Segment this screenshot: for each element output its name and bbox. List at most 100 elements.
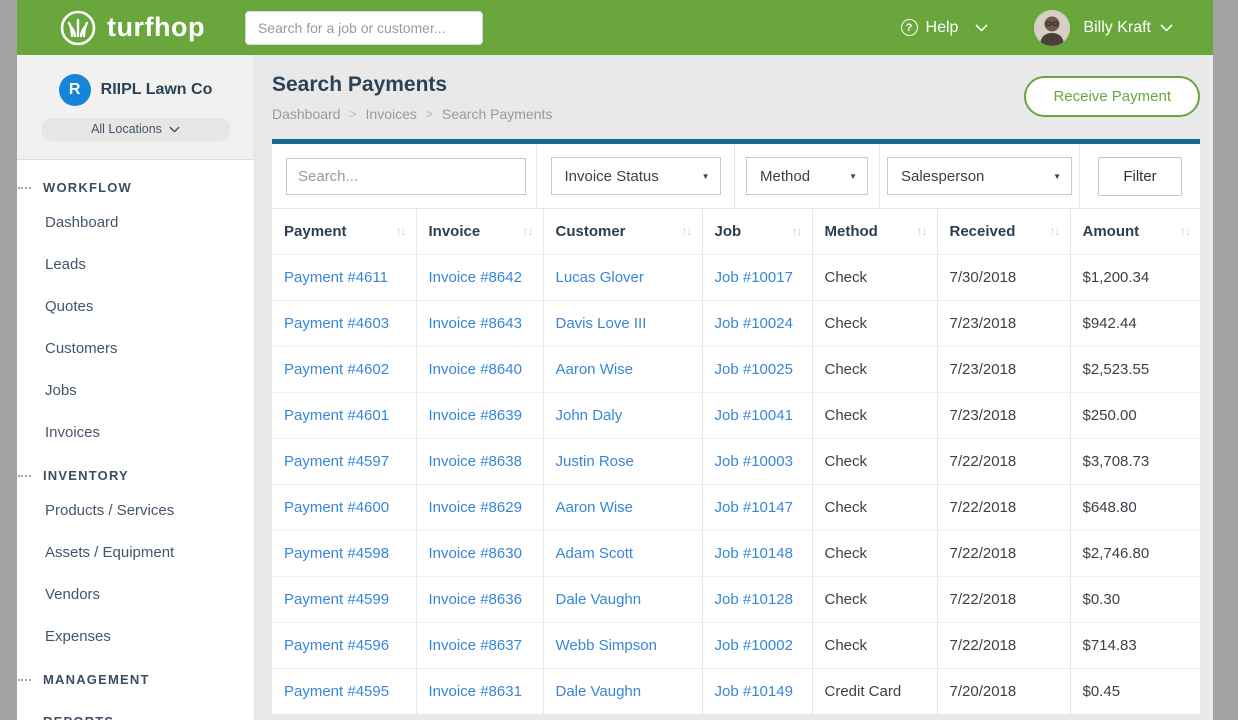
column-header-invoice[interactable]: Invoice↑↓	[416, 209, 543, 254]
payment-link[interactable]: Payment #4597	[272, 438, 416, 484]
customer-link[interactable]: Justin Rose	[543, 438, 702, 484]
sort-icon[interactable]: ↑↓	[682, 224, 692, 238]
invoice-link[interactable]: Invoice #8638	[416, 438, 543, 484]
sort-icon[interactable]: ↑↓	[523, 224, 533, 238]
payment-link[interactable]: Payment #4611	[272, 254, 416, 300]
sidebar-item-leads[interactable]: Leads	[17, 244, 254, 286]
caret-down-icon: ▼	[702, 172, 710, 181]
invoice-link[interactable]: Invoice #8637	[416, 622, 543, 668]
customer-link[interactable]: Dale Vaughn	[543, 576, 702, 622]
payment-link[interactable]: Payment #4603	[272, 300, 416, 346]
job-link[interactable]: Job #10147	[702, 484, 812, 530]
receive-payment-button[interactable]: Receive Payment	[1024, 76, 1200, 117]
received-cell: 7/22/2018	[937, 438, 1070, 484]
section-dashes-icon	[18, 187, 31, 189]
locations-dropdown[interactable]: All Locations	[41, 118, 231, 141]
invoice-status-select[interactable]: Invoice Status ▼	[551, 157, 721, 195]
payment-link[interactable]: Payment #4599	[272, 576, 416, 622]
breadcrumb-search-payments: Search Payments	[442, 106, 553, 122]
job-link[interactable]: Job #10041	[702, 392, 812, 438]
invoice-link[interactable]: Invoice #8630	[416, 530, 543, 576]
company-row[interactable]: R RIIPL Lawn Co	[59, 74, 213, 106]
invoice-link[interactable]: Invoice #8643	[416, 300, 543, 346]
sidebar-section-management: MANAGEMENT	[17, 672, 254, 700]
user-chevron-down-icon[interactable]	[1160, 24, 1173, 32]
payment-link[interactable]: Payment #4596	[272, 622, 416, 668]
customer-link[interactable]: Davis Love III	[543, 300, 702, 346]
caret-down-icon: ▼	[849, 172, 857, 181]
job-link[interactable]: Job #10017	[702, 254, 812, 300]
sidebar-item-invoices[interactable]: Invoices	[17, 412, 254, 454]
invoice-link[interactable]: Invoice #8631	[416, 668, 543, 714]
method-cell: Check	[812, 254, 937, 300]
job-link[interactable]: Job #10025	[702, 346, 812, 392]
user-avatar[interactable]	[1034, 10, 1070, 46]
table-row: Payment #4598 Invoice #8630 Adam Scott J…	[272, 530, 1200, 576]
job-link[interactable]: Job #10149	[702, 668, 812, 714]
job-link[interactable]: Job #10002	[702, 622, 812, 668]
job-link[interactable]: Job #10024	[702, 300, 812, 346]
help-menu[interactable]: ? Help	[901, 19, 989, 37]
filter-bar: Invoice Status ▼ Method ▼	[272, 144, 1200, 209]
locations-label: All Locations	[91, 122, 162, 136]
column-header-customer[interactable]: Customer↑↓	[543, 209, 702, 254]
customer-link[interactable]: Lucas Glover	[543, 254, 702, 300]
sidebar-item-vendors[interactable]: Vendors	[17, 574, 254, 616]
payment-link[interactable]: Payment #4602	[272, 346, 416, 392]
column-header-method[interactable]: Method↑↓	[812, 209, 937, 254]
breadcrumb-dashboard[interactable]: Dashboard	[272, 106, 341, 122]
column-header-amount[interactable]: Amount↑↓	[1070, 209, 1200, 254]
user-name[interactable]: Billy Kraft	[1083, 19, 1151, 37]
method-select[interactable]: Method ▼	[746, 157, 868, 195]
payment-link[interactable]: Payment #4601	[272, 392, 416, 438]
sidebar-item-quotes[interactable]: Quotes	[17, 286, 254, 328]
received-cell: 7/23/2018	[937, 392, 1070, 438]
payment-link[interactable]: Payment #4595	[272, 668, 416, 714]
salesperson-value: Salesperson	[901, 168, 984, 185]
sidebar-item-products-services[interactable]: Products / Services	[17, 490, 254, 532]
column-header-payment[interactable]: Payment↑↓	[272, 209, 416, 254]
customer-link[interactable]: Adam Scott	[543, 530, 702, 576]
invoice-link[interactable]: Invoice #8640	[416, 346, 543, 392]
invoice-link[interactable]: Invoice #8629	[416, 484, 543, 530]
chevron-down-icon	[169, 126, 180, 133]
sort-icon[interactable]: ↑↓	[396, 224, 406, 238]
amount-cell: $714.83	[1070, 622, 1200, 668]
sidebar-item-dashboard[interactable]: Dashboard	[17, 202, 254, 244]
customer-link[interactable]: John Daly	[543, 392, 702, 438]
customer-link[interactable]: Webb Simpson	[543, 622, 702, 668]
customer-link[interactable]: Aaron Wise	[543, 346, 702, 392]
column-header-job[interactable]: Job↑↓	[702, 209, 812, 254]
column-header-received[interactable]: Received↑↓	[937, 209, 1070, 254]
help-label: Help	[926, 19, 959, 37]
sidebar-item-jobs[interactable]: Jobs	[17, 370, 254, 412]
received-cell: 7/22/2018	[937, 484, 1070, 530]
invoice-link[interactable]: Invoice #8639	[416, 392, 543, 438]
sort-icon[interactable]: ↑↓	[792, 224, 802, 238]
breadcrumb-invoices[interactable]: Invoices	[366, 106, 417, 122]
global-search-input[interactable]	[245, 11, 483, 45]
job-link[interactable]: Job #10003	[702, 438, 812, 484]
table-search-input[interactable]	[286, 158, 526, 195]
received-cell: 7/23/2018	[937, 346, 1070, 392]
sidebar: R RIIPL Lawn Co All Locations WORKFLOW	[17, 55, 255, 720]
payments-table: Payment↑↓ Invoice↑↓ Customer↑↓ Job↑↓ Met…	[272, 209, 1200, 714]
sidebar-item-customers[interactable]: Customers	[17, 328, 254, 370]
sort-icon[interactable]: ↑↓	[1180, 224, 1190, 238]
job-link[interactable]: Job #10128	[702, 576, 812, 622]
sidebar-item-assets-equipment[interactable]: Assets / Equipment	[17, 532, 254, 574]
salesperson-select[interactable]: Salesperson ▼	[887, 157, 1072, 195]
customer-link[interactable]: Aaron Wise	[543, 484, 702, 530]
payment-link[interactable]: Payment #4598	[272, 530, 416, 576]
sidebar-item-expenses[interactable]: Expenses	[17, 616, 254, 658]
payment-link[interactable]: Payment #4600	[272, 484, 416, 530]
invoice-link[interactable]: Invoice #8642	[416, 254, 543, 300]
filter-button[interactable]: Filter	[1098, 157, 1181, 196]
invoice-link[interactable]: Invoice #8636	[416, 576, 543, 622]
customer-link[interactable]: Dale Vaughn	[543, 668, 702, 714]
job-link[interactable]: Job #10148	[702, 530, 812, 576]
turfhop-logo[interactable]: turfhop	[59, 9, 205, 47]
sort-icon[interactable]: ↑↓	[1050, 224, 1060, 238]
sort-icon[interactable]: ↑↓	[917, 224, 927, 238]
help-icon: ?	[901, 19, 918, 36]
